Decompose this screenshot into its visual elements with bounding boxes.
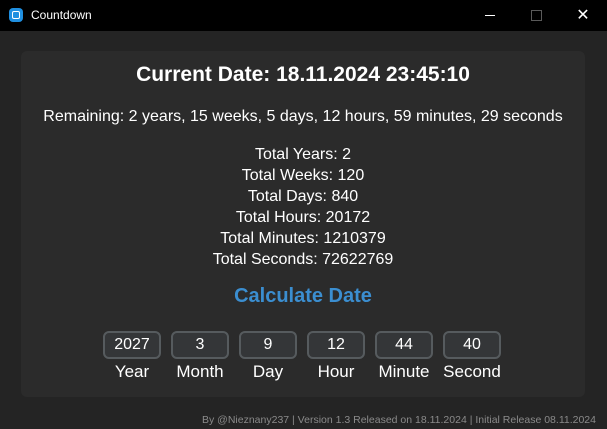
total-hours: Total Hours: 20172: [235, 209, 371, 226]
footer-credits: By @Nieznany237 | Version 1.3 Released o…: [202, 414, 596, 426]
maximize-button[interactable]: [513, 0, 559, 31]
second-field-group: Second: [443, 331, 501, 382]
month-input[interactable]: [171, 331, 229, 359]
window-title: Countdown: [31, 8, 92, 22]
hour-label: Hour: [317, 362, 355, 381]
close-button[interactable]: ✕: [560, 0, 606, 31]
day-input[interactable]: [239, 331, 297, 359]
day-label: Day: [252, 362, 284, 381]
day-field-group: Day: [239, 331, 297, 382]
minute-field-group: Minute: [375, 331, 433, 382]
title-bar[interactable]: Countdown ✕: [0, 0, 607, 31]
total-seconds: Total Seconds: 72622769: [212, 251, 394, 268]
second-input[interactable]: [443, 331, 501, 359]
app-window: Countdown ✕ Current Date: 18.11.2024 23:…: [0, 0, 607, 429]
calculate-date-button[interactable]: Calculate Date: [203, 281, 403, 311]
total-days: Total Days: 840: [247, 188, 359, 205]
year-label: Year: [114, 362, 150, 381]
hour-input[interactable]: [307, 331, 365, 359]
maximize-icon: [531, 10, 542, 21]
minimize-button[interactable]: [467, 0, 513, 31]
minimize-icon: [485, 15, 495, 16]
main-panel: Current Date: 18.11.2024 23:45:10 Remain…: [21, 51, 585, 397]
month-label: Month: [176, 362, 224, 381]
date-fields: Year Month Day Hour Minute Second: [103, 331, 523, 391]
month-field-group: Month: [171, 331, 229, 382]
total-weeks: Total Weeks: 120: [241, 167, 365, 184]
close-icon: ✕: [576, 7, 590, 24]
totals-list: Total Years: 2 Total Weeks: 120 Total Da…: [21, 144, 585, 270]
total-years: Total Years: 2: [254, 146, 352, 163]
hour-field-group: Hour: [307, 331, 365, 382]
remaining-label: Remaining: 2 years, 15 weeks, 5 days, 12…: [43, 108, 563, 125]
year-input[interactable]: [103, 331, 161, 359]
minute-input[interactable]: [375, 331, 433, 359]
total-minutes: Total Minutes: 1210379: [220, 230, 386, 247]
minute-label: Minute: [378, 362, 430, 381]
current-date-label: Current Date: 18.11.2024 23:45:10: [136, 63, 470, 86]
second-label: Second: [443, 362, 501, 381]
year-field-group: Year: [103, 331, 161, 382]
app-icon: [9, 8, 23, 22]
